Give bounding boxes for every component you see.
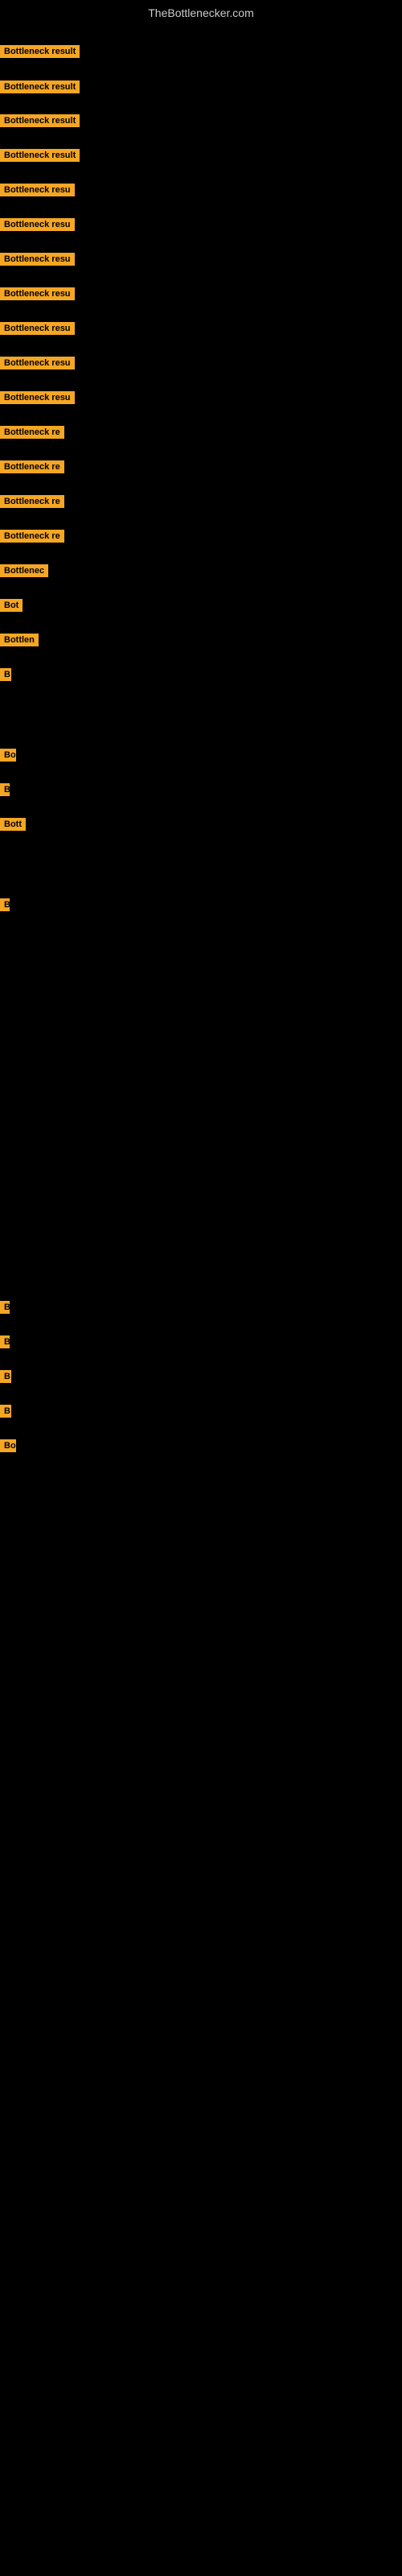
- bottleneck-badge: Bottleneck resu: [0, 391, 75, 404]
- bottleneck-badge: Bottleneck resu: [0, 287, 75, 300]
- bottleneck-badge: B: [0, 898, 10, 911]
- bottleneck-badge: Bot: [0, 599, 23, 612]
- bottleneck-badge: B: [0, 783, 10, 796]
- bottleneck-badge: Bottleneck result: [0, 114, 80, 127]
- bottleneck-badge: Bottleneck re: [0, 426, 64, 439]
- bottleneck-badge: Bottleneck result: [0, 80, 80, 93]
- bottleneck-badge: Bo: [0, 749, 16, 762]
- bottleneck-badge: Bo: [0, 1439, 16, 1452]
- bottleneck-badge: B: [0, 1335, 10, 1348]
- bottleneck-badge: Bottleneck result: [0, 45, 80, 58]
- bottleneck-badge: Bottleneck resu: [0, 253, 75, 266]
- bottleneck-badge: B: [0, 1370, 11, 1383]
- bottleneck-badge: Bottleneck re: [0, 495, 64, 508]
- bottleneck-badge: Bottleneck resu: [0, 322, 75, 335]
- bottleneck-badge: Bottlenec: [0, 564, 48, 577]
- bottleneck-badge: B: [0, 668, 11, 681]
- bottleneck-badge: Bottleneck resu: [0, 357, 75, 369]
- site-title: TheBottlenecker.com: [0, 3, 402, 23]
- bottleneck-badge: Bott: [0, 818, 26, 831]
- bottleneck-badge: Bottleneck re: [0, 460, 64, 473]
- bottleneck-badge: Bottlen: [0, 634, 39, 646]
- bottleneck-badge: B: [0, 1301, 10, 1314]
- bottleneck-badge: Bottleneck resu: [0, 218, 75, 231]
- bottleneck-badge: Bottleneck re: [0, 530, 64, 543]
- bottleneck-badge: B: [0, 1405, 11, 1418]
- bottleneck-badge: Bottleneck resu: [0, 184, 75, 196]
- bottleneck-badge: Bottleneck result: [0, 149, 80, 162]
